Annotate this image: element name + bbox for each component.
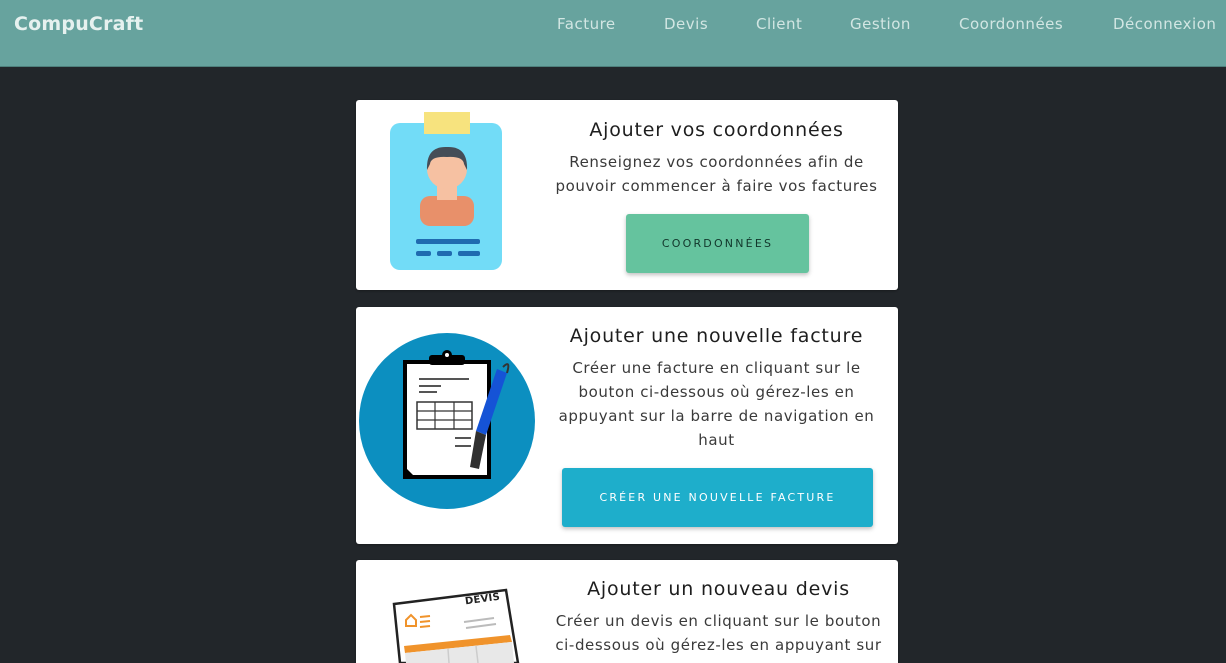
card-title: Ajouter une nouvelle facture xyxy=(569,325,864,347)
id-badge-icon xyxy=(390,112,504,272)
nav-link-gestion[interactable]: Gestion xyxy=(850,15,911,33)
brand-logo[interactable]: CompuCraft xyxy=(14,13,143,35)
clipboard-pen-icon xyxy=(359,333,537,511)
nav-link-deconnexion[interactable]: Déconnexion xyxy=(1113,15,1216,33)
card-title: Ajouter un nouveau devis xyxy=(587,578,850,600)
nav-link-devis[interactable]: Devis xyxy=(664,15,708,33)
card-title: Ajouter vos coordonnées xyxy=(589,119,844,141)
card-coordonnees: Ajouter vos coordonnées Renseignez vos c… xyxy=(356,100,898,290)
coordonnees-button[interactable]: Coordonnées xyxy=(626,214,809,273)
nav-link-coordonnees[interactable]: Coordonnées xyxy=(959,15,1063,33)
nav-link-client[interactable]: Client xyxy=(756,15,802,33)
card-nouveau-devis: DEVIS Ajouter un nouveau devis Créer un … xyxy=(356,560,898,663)
card-text: Créer une facture en cliquant sur le bou… xyxy=(558,359,875,449)
card-nouvelle-facture: Ajouter une nouvelle facture Créer une f… xyxy=(356,307,898,544)
card-text: Créer un devis en cliquant sur le bouton… xyxy=(555,612,882,654)
nav-link-facture[interactable]: Facture xyxy=(557,15,616,33)
card-text: Renseignez vos coordonnées afin de pouvo… xyxy=(555,153,878,195)
creer-facture-button[interactable]: Créer une nouvelle facture xyxy=(562,468,873,527)
top-navbar: CompuCraft Facture Devis Client Gestion … xyxy=(0,0,1226,67)
